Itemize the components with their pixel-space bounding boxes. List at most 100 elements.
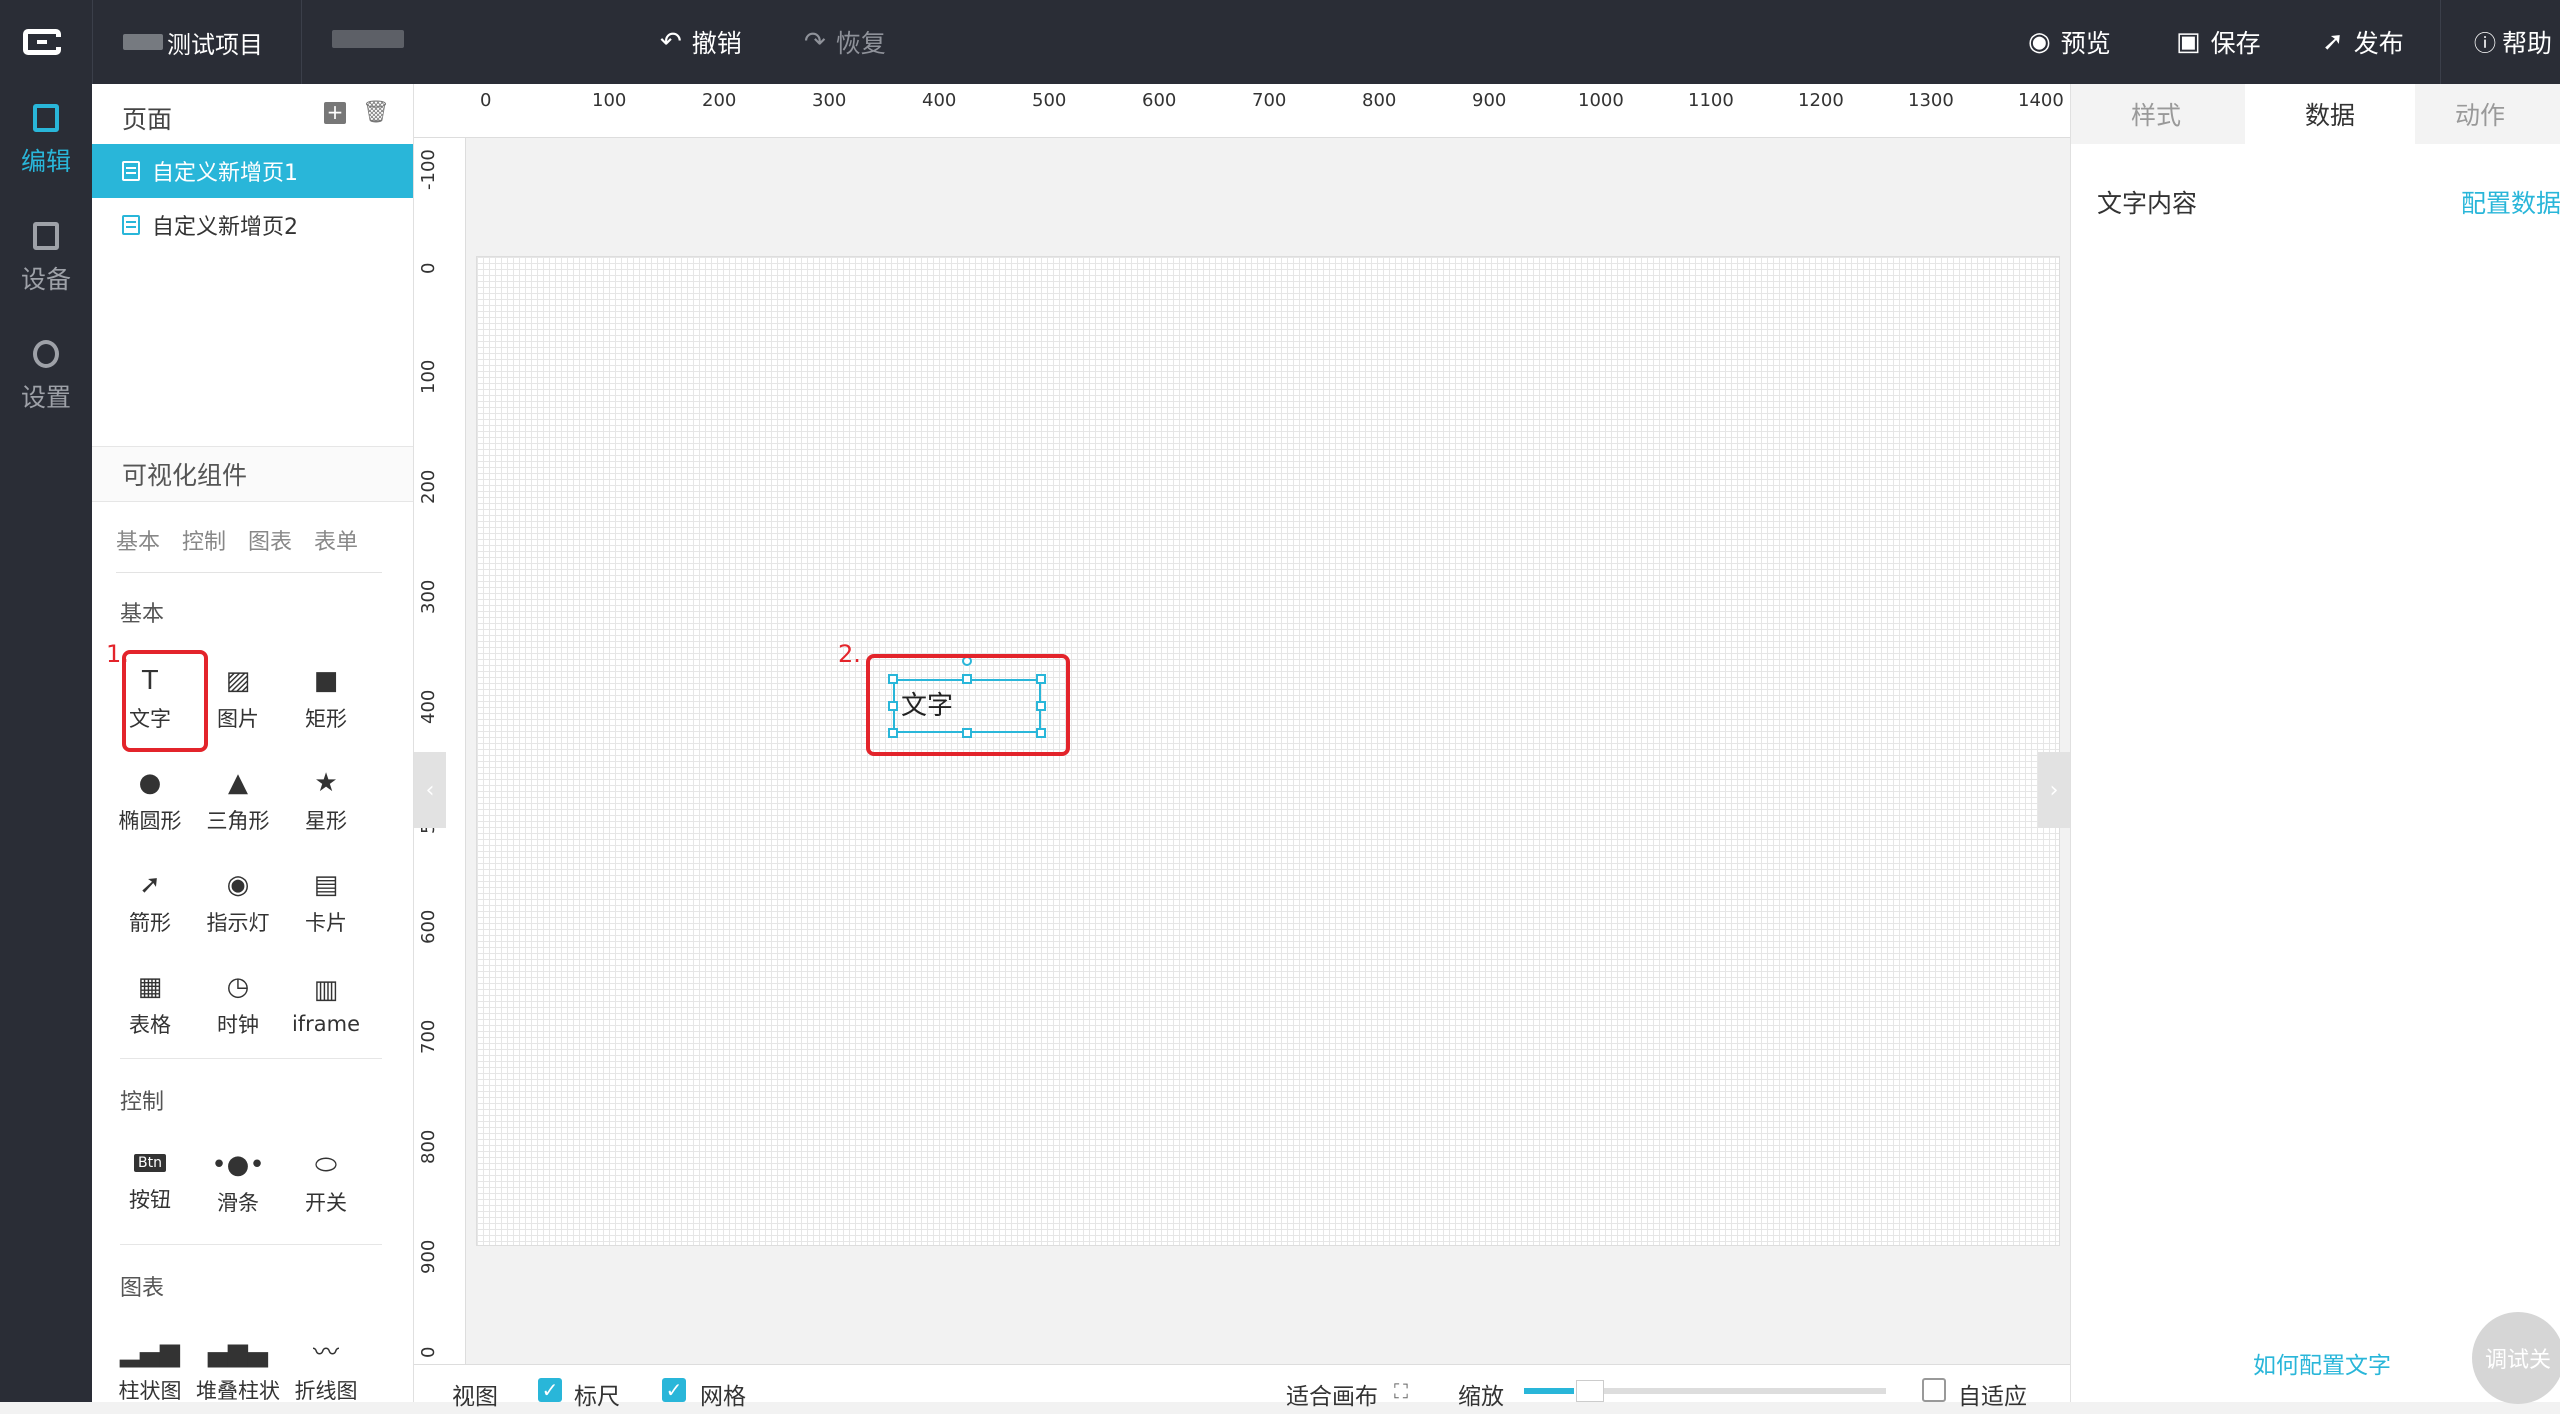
ruler-tick: 1300 — [1908, 90, 1954, 111]
ruler-tick: 100 — [592, 90, 627, 111]
component-triangle[interactable]: ▲ 三角形 — [196, 760, 280, 844]
text-content-label: 文字内容 — [2097, 189, 2198, 218]
component-clock[interactable]: ◷ 时钟 — [196, 964, 280, 1048]
component-label: 指示灯 — [206, 911, 270, 935]
properties-tabs: 样式 数据 动作 — [2071, 84, 2560, 144]
eye-icon: ◉ — [2028, 27, 2051, 57]
component-label: 图片 — [217, 707, 259, 731]
save-icon: ▣ — [2176, 27, 2201, 57]
tab-style[interactable]: 样式 — [2071, 84, 2241, 144]
table-icon: ▦ — [137, 972, 163, 1002]
tab-basic[interactable]: 基本 — [116, 524, 160, 556]
divider — [116, 572, 382, 573]
ruler-tick: 1100 — [1688, 90, 1734, 111]
debug-toggle-button[interactable]: 调试关 — [2472, 1312, 2560, 1404]
collapse-right-icon[interactable]: › — [2038, 752, 2070, 828]
design-canvas[interactable] — [476, 256, 2060, 1246]
send-icon: ➚ — [2322, 27, 2344, 57]
zoom-slider-track[interactable] — [1604, 1388, 1886, 1394]
undo-button[interactable]: ↶ 撤销 — [660, 0, 742, 84]
component-button[interactable]: Btn 按钮 — [108, 1142, 192, 1226]
component-stacked-bar[interactable]: ▄▆▄ 堆叠柱状 — [196, 1330, 280, 1414]
help-config-text-link[interactable]: 如何配置文字 — [2253, 1346, 2391, 1380]
logo[interactable] — [0, 0, 84, 84]
zoom-slider-thumb[interactable] — [1576, 1380, 1604, 1402]
collapse-left-icon[interactable]: ‹ — [414, 752, 446, 828]
components-title: 可视化组件 — [92, 446, 413, 502]
help-button[interactable]: ⓘ 帮助 — [2474, 0, 2552, 84]
component-switch[interactable]: ⬭ 开关 — [284, 1142, 368, 1226]
component-label: 滑条 — [217, 1191, 259, 1215]
ruler-tick: 900 — [1472, 90, 1507, 111]
delete-page-icon[interactable]: 🗑 — [362, 102, 390, 124]
component-image[interactable]: ▨ 图片 — [196, 658, 280, 742]
ruler-tick: 100 — [418, 359, 439, 394]
component-label: 矩形 — [305, 707, 347, 731]
annotation-highlight — [866, 654, 1070, 756]
component-table[interactable]: ▦ 表格 — [108, 964, 192, 1048]
ruler-checkbox[interactable]: ✓ — [538, 1378, 562, 1402]
component-line-chart[interactable]: 〰折线图 — [284, 1330, 368, 1414]
annotation-step-2: 2. — [838, 640, 861, 668]
tab-form[interactable]: 表单 — [314, 524, 358, 556]
clock-icon: ◷ — [226, 972, 250, 1002]
card-icon: ▤ — [313, 870, 339, 900]
ruler-tick: 1400 — [2018, 90, 2064, 111]
fit-canvas-label: 适合画布 — [1286, 1384, 1378, 1410]
tab-data[interactable]: 数据 — [2245, 84, 2415, 144]
component-tabs: 基本 控制 图表 表单 — [116, 524, 358, 556]
grid-label: 网格 — [700, 1384, 746, 1410]
preview-button[interactable]: ◉ 预览 — [2028, 0, 2111, 84]
stacked-bar-icon: ▄▆▄ — [208, 1338, 268, 1368]
page-item[interactable]: 自定义新增页2 — [92, 198, 413, 252]
ruler-tick: -100 — [418, 149, 439, 190]
indicator-icon: ◉ — [226, 870, 250, 900]
config-data-link[interactable]: 配置数据 — [2461, 184, 2560, 220]
component-rectangle[interactable]: ■ 矩形 — [284, 658, 368, 742]
tab-action[interactable]: 动作 — [2395, 84, 2560, 144]
ruler-tick: 0 — [480, 90, 492, 111]
nav-item-settings[interactable]: 设置 — [0, 322, 92, 432]
nav-item-edit[interactable]: 编辑 — [0, 86, 92, 196]
component-arrow[interactable]: ➚ 箭形 — [108, 862, 192, 946]
ruler-top: 0 100 200 300 400 500 600 700 800 900 10… — [414, 84, 2070, 138]
device-icon — [33, 222, 59, 250]
tab-control[interactable]: 控制 — [182, 524, 226, 556]
star-icon: ★ — [314, 768, 338, 798]
page-icon — [122, 161, 140, 181]
save-button[interactable]: ▣ 保存 — [2176, 0, 2261, 84]
nav-item-device[interactable]: 设备 — [0, 204, 92, 314]
tab-chart[interactable]: 图表 — [248, 524, 292, 556]
component-iframe[interactable]: ▥ iframe — [284, 964, 368, 1048]
project-name[interactable]: 测试项目 — [92, 0, 302, 84]
section-title-chart: 图表 — [120, 1276, 165, 1301]
component-bar-chart[interactable]: ▂▄▆ 柱状图 — [108, 1330, 192, 1414]
page-item[interactable]: 自定义新增页1 — [92, 144, 413, 198]
divider — [120, 1244, 382, 1245]
redacted-text — [332, 30, 404, 48]
component-ellipse[interactable]: ● 椭圆形 — [108, 760, 192, 844]
page-panel: 页面 + 🗑 自定义新增页1 自定义新增页2 可视化组件 基本 控制 图表 表单… — [92, 84, 498, 1403]
pages-title: 页面 — [122, 105, 173, 134]
component-star[interactable]: ★ 星形 — [284, 760, 368, 844]
component-label: 按钮 — [129, 1188, 171, 1212]
add-page-icon[interactable]: + — [324, 102, 346, 124]
component-slider[interactable]: •●• 滑条 — [196, 1142, 280, 1226]
component-indicator[interactable]: ◉ 指示灯 — [196, 862, 280, 946]
page-item-label: 自定义新增页2 — [152, 215, 298, 240]
annotation-highlight — [122, 650, 208, 752]
ruler-left: -100 0 100 200 300 400 5 600 700 800 900… — [414, 138, 466, 1364]
auto-fit-checkbox[interactable] — [1922, 1378, 1946, 1402]
ruler-tick: 700 — [1252, 90, 1287, 111]
publish-button[interactable]: ➚ 发布 — [2322, 0, 2404, 84]
fit-canvas-icon[interactable]: ⛶ — [1394, 1379, 1408, 1403]
project-name-label: 测试项目 — [167, 30, 263, 59]
component-card[interactable]: ▤ 卡片 — [284, 862, 368, 946]
ruler-tick: 700 — [418, 1019, 439, 1054]
page-item-label: 自定义新增页1 — [152, 161, 298, 186]
redo-button[interactable]: ↷ 恢复 — [804, 0, 886, 84]
grid-checkbox[interactable]: ✓ — [662, 1378, 686, 1402]
redo-label: 恢复 — [835, 29, 886, 58]
undo-label: 撤销 — [691, 29, 742, 58]
ruler-tick: 0 — [418, 262, 439, 274]
